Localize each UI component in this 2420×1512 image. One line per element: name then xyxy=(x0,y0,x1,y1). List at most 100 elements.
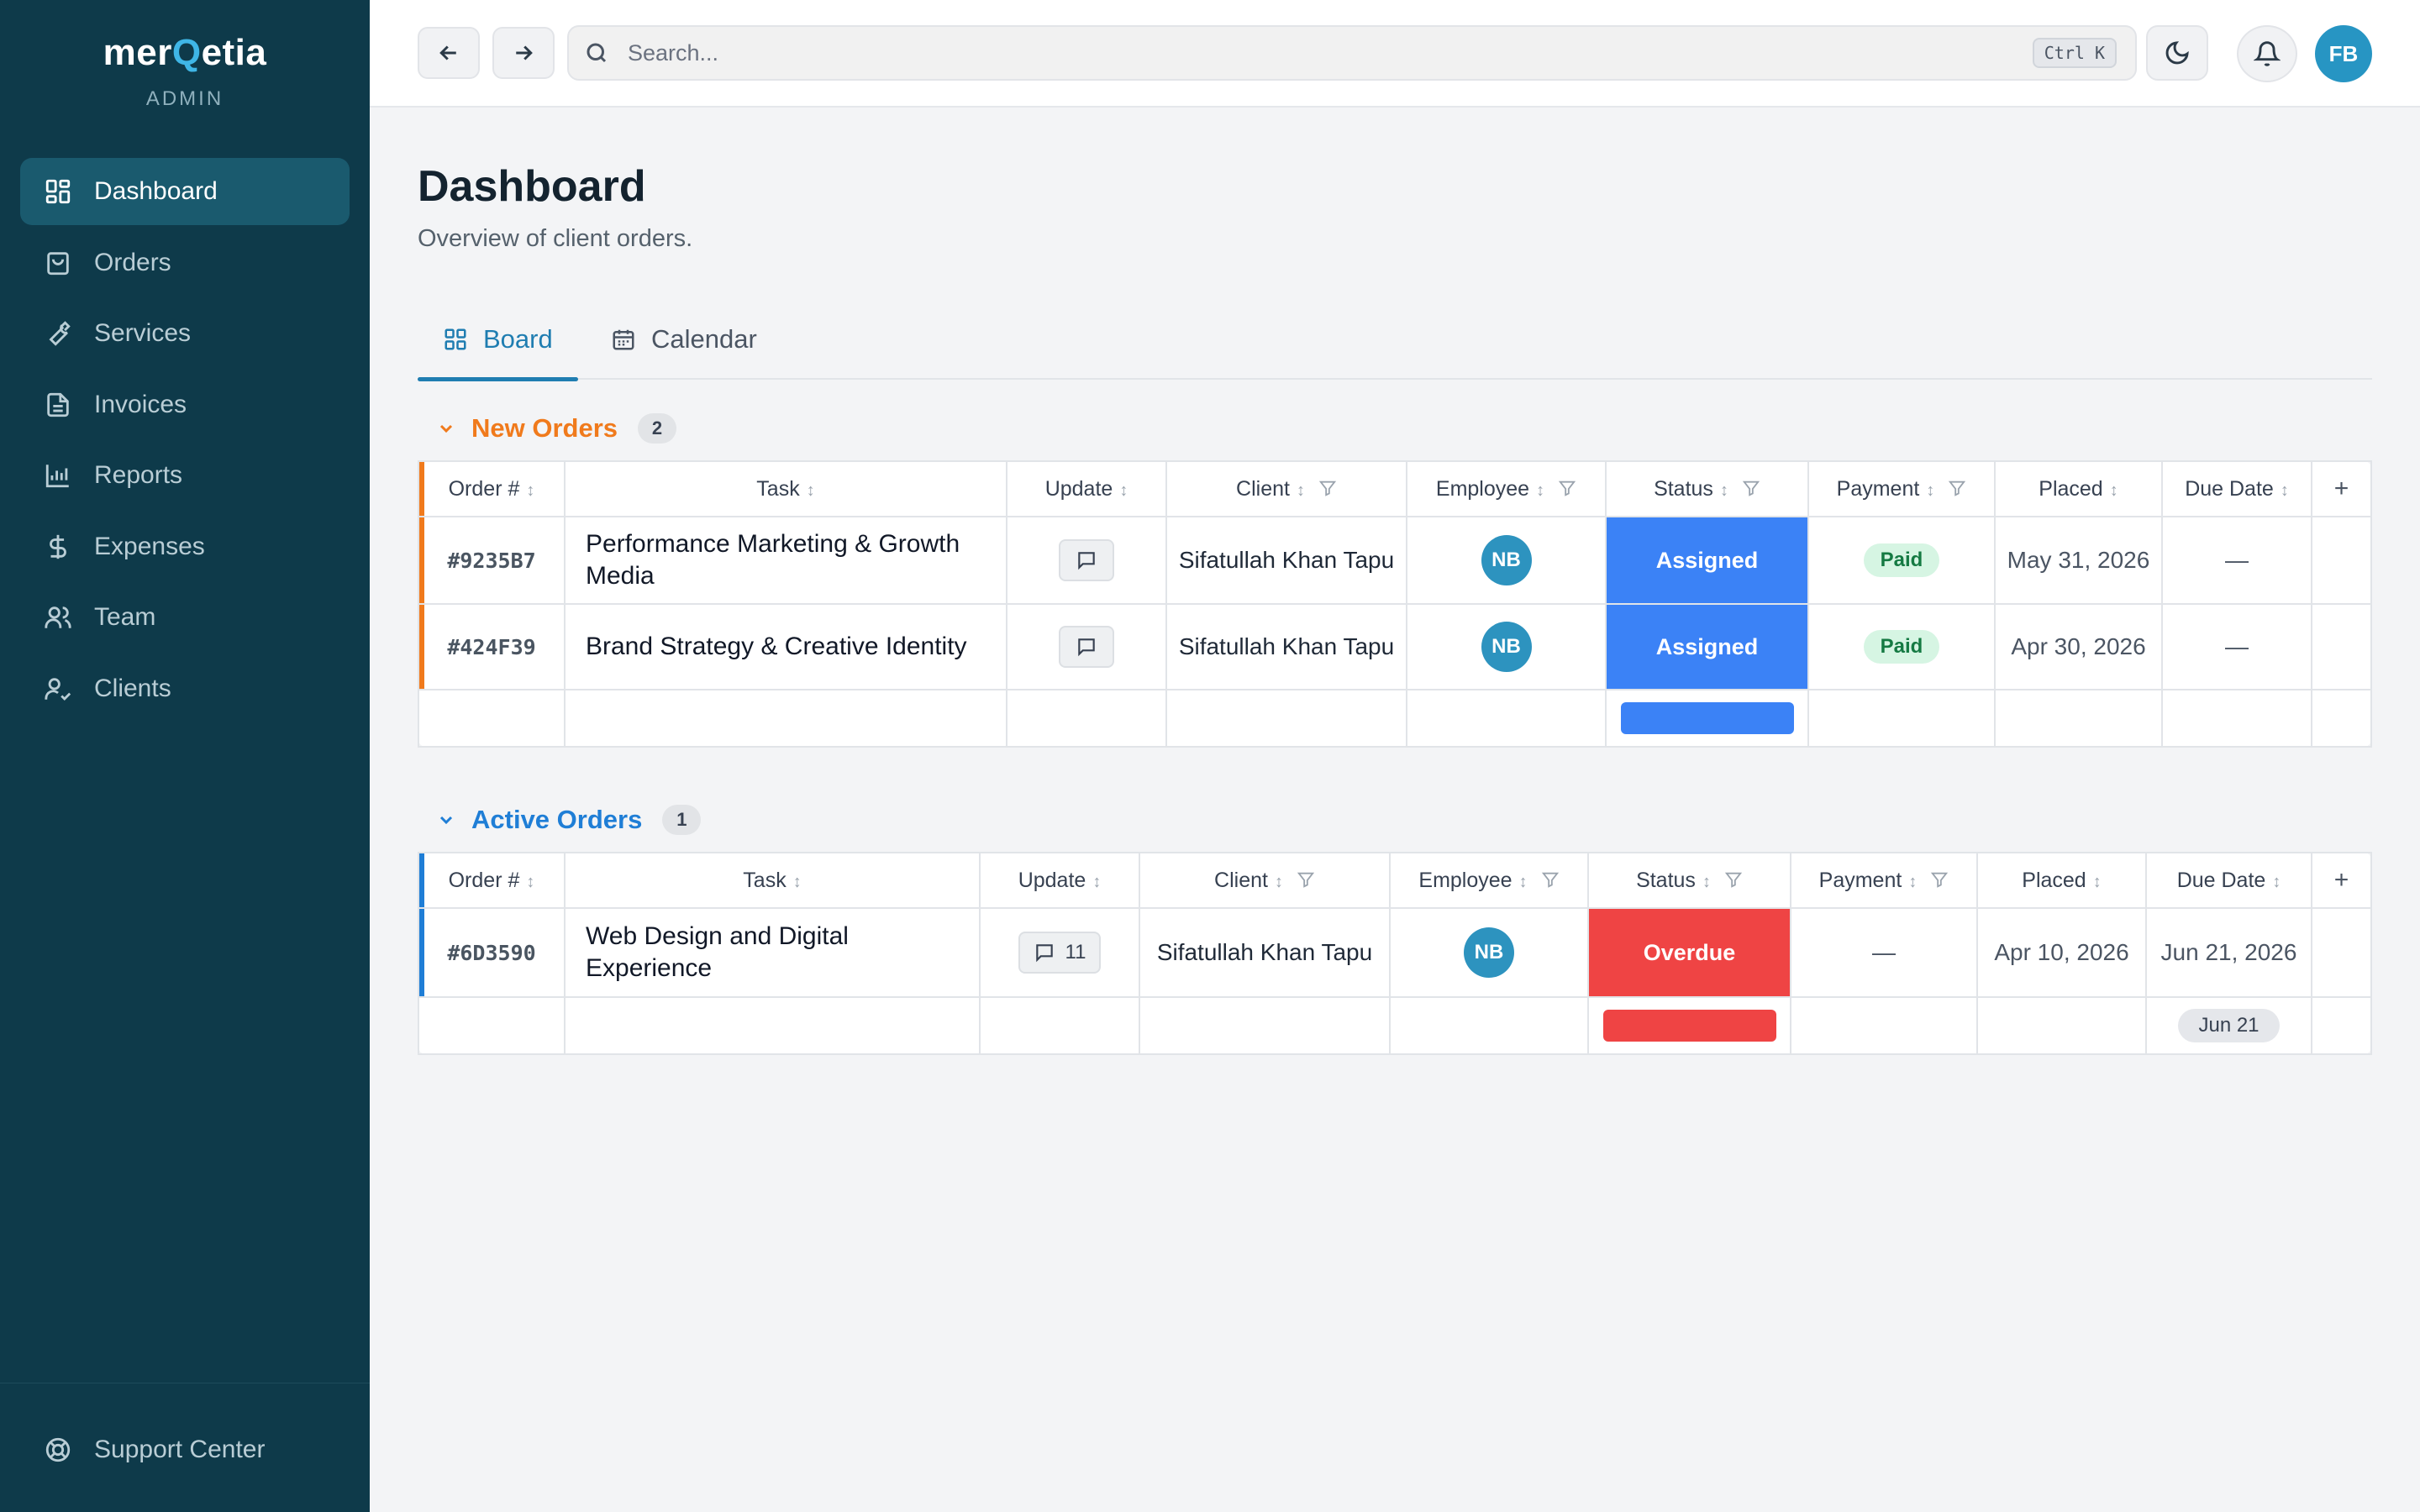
add-column-button[interactable]: + xyxy=(2312,461,2371,517)
tab-calendar[interactable]: Calendar xyxy=(586,299,782,380)
sort-icon[interactable]: ↕ xyxy=(793,873,802,891)
column-header-due-date[interactable]: Due Date ↕ xyxy=(2162,461,2312,517)
comments-button[interactable] xyxy=(1059,626,1114,668)
filter-icon[interactable] xyxy=(1930,870,1949,889)
status-cell[interactable]: Assigned xyxy=(1606,517,1809,605)
filter-icon[interactable] xyxy=(1318,479,1337,497)
group-header-new-orders[interactable]: New Orders 2 xyxy=(436,413,677,444)
sort-icon[interactable]: ↕ xyxy=(1536,481,1544,500)
sidebar-item-dashboard[interactable]: Dashboard xyxy=(20,158,350,225)
avatar[interactable]: NB xyxy=(1481,535,1532,585)
table-row[interactable]: #9235B7 Performance Marketing & Growth M… xyxy=(418,517,2371,605)
sidebar-item-team[interactable]: Team xyxy=(20,584,350,651)
sort-icon[interactable]: ↕ xyxy=(2110,481,2118,500)
filter-icon[interactable] xyxy=(1558,479,1576,497)
payment-cell[interactable]: — xyxy=(1791,908,1978,998)
theme-toggle-button[interactable] xyxy=(2146,25,2208,81)
sidebar-item-expenses[interactable]: Expenses xyxy=(20,513,350,580)
app-logo[interactable]: merQetia xyxy=(0,32,370,74)
sort-icon[interactable]: ↕ xyxy=(1275,873,1283,891)
column-header-client[interactable]: Client ↕ xyxy=(1139,853,1391,909)
sidebar-item-reports[interactable]: Reports xyxy=(20,442,350,509)
table-row[interactable]: #6D3590 Web Design and Digital Experienc… xyxy=(418,908,2371,998)
task-cell[interactable]: Brand Strategy & Creative Identity xyxy=(565,604,1007,690)
sidebar-item-label: Reports xyxy=(94,461,183,489)
column-header-placed[interactable]: Placed ↕ xyxy=(1977,853,2147,909)
user-avatar[interactable]: FB xyxy=(2315,25,2372,82)
search-bar[interactable]: Ctrl K xyxy=(567,25,2137,81)
column-header-employee[interactable]: Employee ↕ xyxy=(1390,853,1589,909)
sort-icon[interactable]: ↕ xyxy=(1519,873,1528,891)
column-header-status[interactable]: Status ↕ xyxy=(1588,853,1791,909)
due-date-cell[interactable]: — xyxy=(2162,604,2312,690)
sort-icon[interactable]: ↕ xyxy=(1926,481,1934,500)
status-cell[interactable]: Assigned xyxy=(1606,604,1809,690)
column-header-client[interactable]: Client ↕ xyxy=(1166,461,1407,517)
sort-icon[interactable]: ↕ xyxy=(526,481,534,500)
group-title: New Orders xyxy=(471,413,618,443)
filter-icon[interactable] xyxy=(1297,870,1315,889)
filter-icon[interactable] xyxy=(1541,870,1560,889)
column-header-task[interactable]: Task ↕ xyxy=(565,853,981,909)
status-summary-cell xyxy=(1606,690,1809,748)
group-header-active-orders[interactable]: Active Orders 1 xyxy=(436,805,702,835)
notifications-button[interactable] xyxy=(2237,25,2297,82)
comments-button[interactable] xyxy=(1059,539,1114,581)
sort-icon[interactable]: ↕ xyxy=(1092,873,1101,891)
sidebar-item-clients[interactable]: Clients xyxy=(20,655,350,722)
filter-icon[interactable] xyxy=(1742,479,1760,497)
sidebar-item-orders[interactable]: Orders xyxy=(20,229,350,297)
order-id-cell[interactable]: #424F39 xyxy=(418,604,566,690)
sort-icon[interactable]: ↕ xyxy=(1702,873,1711,891)
column-header-employee[interactable]: Employee ↕ xyxy=(1407,461,1607,517)
column-header-payment[interactable]: Payment ↕ xyxy=(1791,853,1978,909)
sort-icon[interactable]: ↕ xyxy=(2093,873,2102,891)
column-header-update[interactable]: Update ↕ xyxy=(1007,461,1167,517)
column-header-order[interactable]: Order # ↕ xyxy=(418,853,566,909)
placed-cell: Apr 30, 2026 xyxy=(1995,604,2163,690)
column-header-order[interactable]: Order # ↕ xyxy=(418,461,566,517)
empty-cell xyxy=(1166,690,1407,748)
sidebar-item-invoices[interactable]: Invoices xyxy=(20,371,350,438)
due-date-cell[interactable]: — xyxy=(2162,517,2312,605)
order-id-cell[interactable]: #9235B7 xyxy=(418,517,566,605)
comments-button[interactable]: 11 xyxy=(1018,932,1102,974)
payment-badge[interactable]: Paid xyxy=(1863,630,1940,664)
client-cell[interactable]: Sifatullah Khan Tapu xyxy=(1166,604,1407,690)
status-cell[interactable]: Overdue xyxy=(1588,908,1791,998)
empty-cell xyxy=(1977,997,2147,1055)
tab-board[interactable]: Board xyxy=(418,299,578,381)
column-header-payment[interactable]: Payment ↕ xyxy=(1808,461,1996,517)
payment-badge[interactable]: Paid xyxy=(1863,543,1940,577)
sort-icon[interactable]: ↕ xyxy=(526,873,534,891)
table-row[interactable]: #424F39 Brand Strategy & Creative Identi… xyxy=(418,604,2371,690)
column-header-task[interactable]: Task ↕ xyxy=(565,461,1007,517)
task-cell[interactable]: Performance Marketing & Growth Media xyxy=(565,517,1007,605)
sort-icon[interactable]: ↕ xyxy=(1720,481,1728,500)
search-input[interactable] xyxy=(628,39,2033,66)
client-cell[interactable]: Sifatullah Khan Tapu xyxy=(1139,908,1391,998)
sort-icon[interactable]: ↕ xyxy=(2281,481,2289,500)
column-header-update[interactable]: Update ↕ xyxy=(980,853,1140,909)
sort-icon[interactable]: ↕ xyxy=(807,481,815,500)
sort-icon[interactable]: ↕ xyxy=(1119,481,1128,500)
forward-button[interactable] xyxy=(492,27,555,79)
client-cell[interactable]: Sifatullah Khan Tapu xyxy=(1166,517,1407,605)
column-header-status[interactable]: Status ↕ xyxy=(1606,461,1809,517)
task-cell[interactable]: Web Design and Digital Experience xyxy=(565,908,981,998)
sort-icon[interactable]: ↕ xyxy=(1297,481,1305,500)
add-column-button[interactable]: + xyxy=(2312,853,2371,909)
filter-icon[interactable] xyxy=(1948,479,1966,497)
filter-icon[interactable] xyxy=(1724,870,1743,889)
avatar[interactable]: NB xyxy=(1481,622,1532,672)
due-date-cell[interactable]: Jun 21, 2026 xyxy=(2146,908,2312,998)
back-button[interactable] xyxy=(418,27,480,79)
avatar[interactable]: NB xyxy=(1464,927,1514,978)
column-header-placed[interactable]: Placed ↕ xyxy=(1995,461,2163,517)
support-center-link[interactable]: Support Center xyxy=(44,1436,265,1464)
column-header-due-date[interactable]: Due Date ↕ xyxy=(2146,853,2312,909)
sidebar-item-services[interactable]: Services xyxy=(20,300,350,367)
sort-icon[interactable]: ↕ xyxy=(2272,873,2281,891)
sort-icon[interactable]: ↕ xyxy=(1908,873,1917,891)
order-id-cell[interactable]: #6D3590 xyxy=(418,908,566,998)
